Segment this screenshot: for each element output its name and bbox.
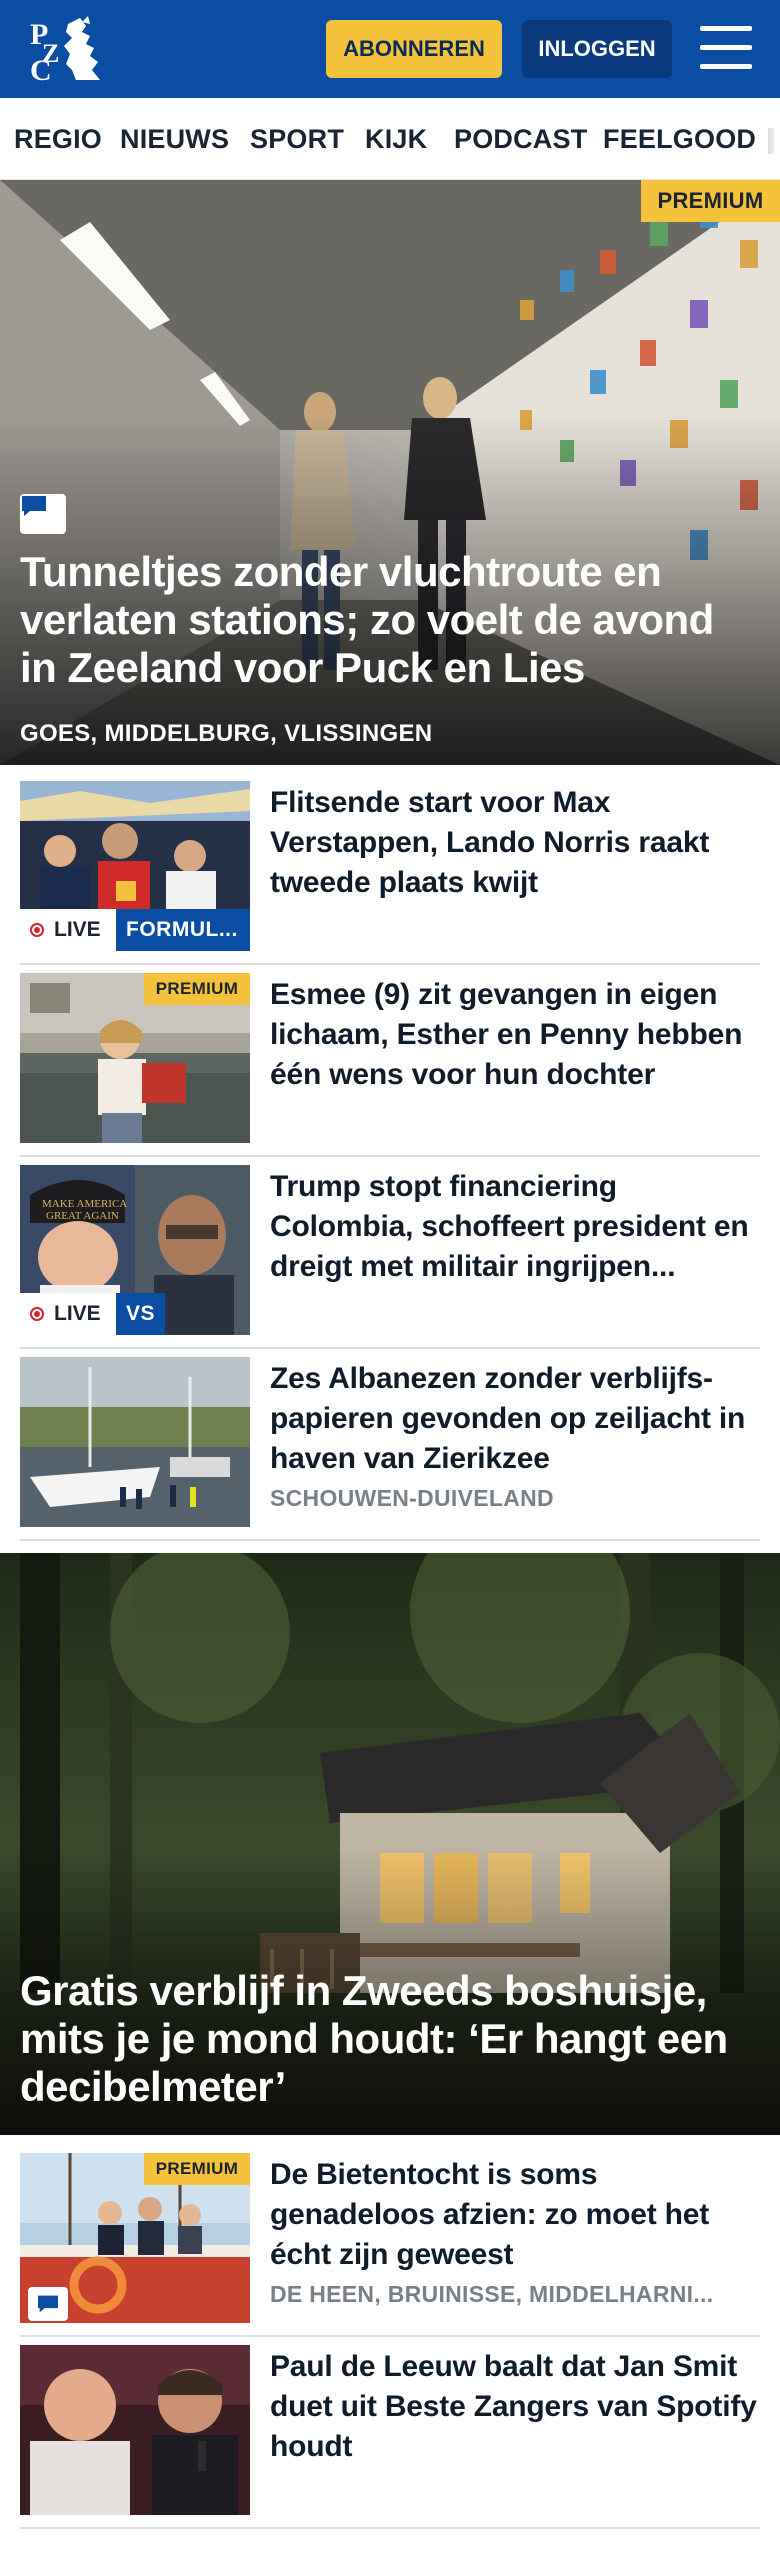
premium-badge: PREMIUM [144,973,250,1005]
hero-title[interactable]: Tunneltjes zonder vluchtroute en verlate… [20,548,760,692]
live-badge: LIVE [20,1293,116,1335]
nav-item-kijk[interactable]: KIJK [365,124,427,155]
article-title[interactable]: Zes Albanezen zonder verblijfs- papieren… [270,1359,760,1479]
live-dot-icon [30,923,44,937]
live-label: LIVE [54,918,101,941]
nav-fade [754,98,780,179]
subscribe-button[interactable]: ABONNEREN [326,20,502,78]
hero-location: GOES, MIDDELBURG, VLISSINGEN [20,720,433,747]
article-title[interactable]: Trump stopt financiering Colombia, schof… [270,1167,760,1287]
hero-article[interactable]: PREMIUM Tunneltjes zonder vluchtroute en… [0,180,780,765]
article-location: SCHOUWEN-DUIVELAND [270,1485,554,1511]
list-item[interactable]: MAKE AMERICA GREAT AGAIN LIVE VS Trump s… [20,1159,760,1349]
article-title[interactable]: Flitsende start voor Max Verstappen, Lan… [270,783,760,903]
section-nav: REGIO NIEUWS SPORT KIJK PODCAST FEELGOOD [0,98,780,180]
category-badge: FORMUL... [116,909,250,951]
svg-text:GREAT AGAIN: GREAT AGAIN [46,1210,119,1222]
list-item[interactable]: LIVE FORMUL... Flitsende start voor Max … [20,775,760,965]
live-label: LIVE [54,1302,101,1325]
article-title[interactable]: Esmee (9) zit gevangen in eigen lichaam,… [270,975,760,1095]
feature-article[interactable]: Gratis verblijf in Zweeds boshuisje, mit… [0,1553,780,2135]
article-thumbnail [20,1357,250,1527]
premium-badge: PREMIUM [641,180,780,222]
premium-badge: PREMIUM [144,2153,250,2185]
list-item[interactable]: PREMIUM Esmee (9) zit gevangen in eigen … [20,967,760,1157]
feature-title[interactable]: Gratis verblijf in Zweeds boshuisje, mit… [20,1967,760,2111]
list-item[interactable]: Paul de Leeuw baalt dat Jan Smit duet ui… [20,2339,760,2529]
nav-item-regio[interactable]: REGIO [14,124,102,155]
nav-item-feelgood[interactable]: FEELGOOD [603,124,756,155]
nav-item-sport[interactable]: SPORT [250,124,344,155]
nav-item-nieuws[interactable]: NIEUWS [120,124,229,155]
svg-text:MAKE AMERICA: MAKE AMERICA [42,1198,127,1210]
article-title[interactable]: Paul de Leeuw baalt dat Jan Smit duet ui… [270,2347,760,2467]
article-title[interactable]: De Bietentocht is soms genadeloos afzien… [270,2155,760,2275]
list-item[interactable]: Zes Albanezen zonder verblijfs- papieren… [20,1351,760,1541]
site-header: P C Z ABONNEREN INLOGGEN [0,0,780,98]
article-thumbnail [20,2345,250,2515]
login-button[interactable]: INLOGGEN [522,20,672,78]
svg-text:Z: Z [42,39,59,68]
pzc-logo[interactable]: P C Z [28,14,110,87]
comment-icon [28,2287,68,2321]
article-location: DE HEEN, BRUINISSE, MIDDELHARNI... [270,2281,714,2307]
live-badge: LIVE [20,909,116,951]
nav-item-podcast[interactable]: PODCAST [454,124,587,155]
category-badge: VS [116,1293,166,1335]
hamburger-icon[interactable] [700,26,752,70]
live-dot-icon [30,1307,44,1321]
comment-icon [20,494,66,534]
list-item[interactable]: PREMIUM De Bietentocht is soms genadeloo… [20,2147,760,2337]
